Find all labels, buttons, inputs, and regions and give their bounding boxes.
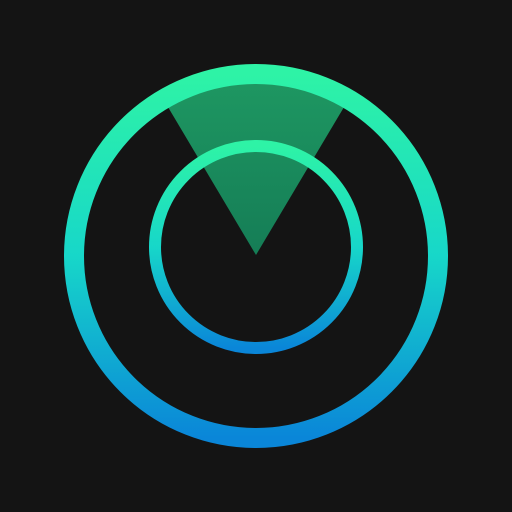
radar-scanner-icon: [0, 0, 512, 512]
radar-graphic: [0, 0, 512, 512]
